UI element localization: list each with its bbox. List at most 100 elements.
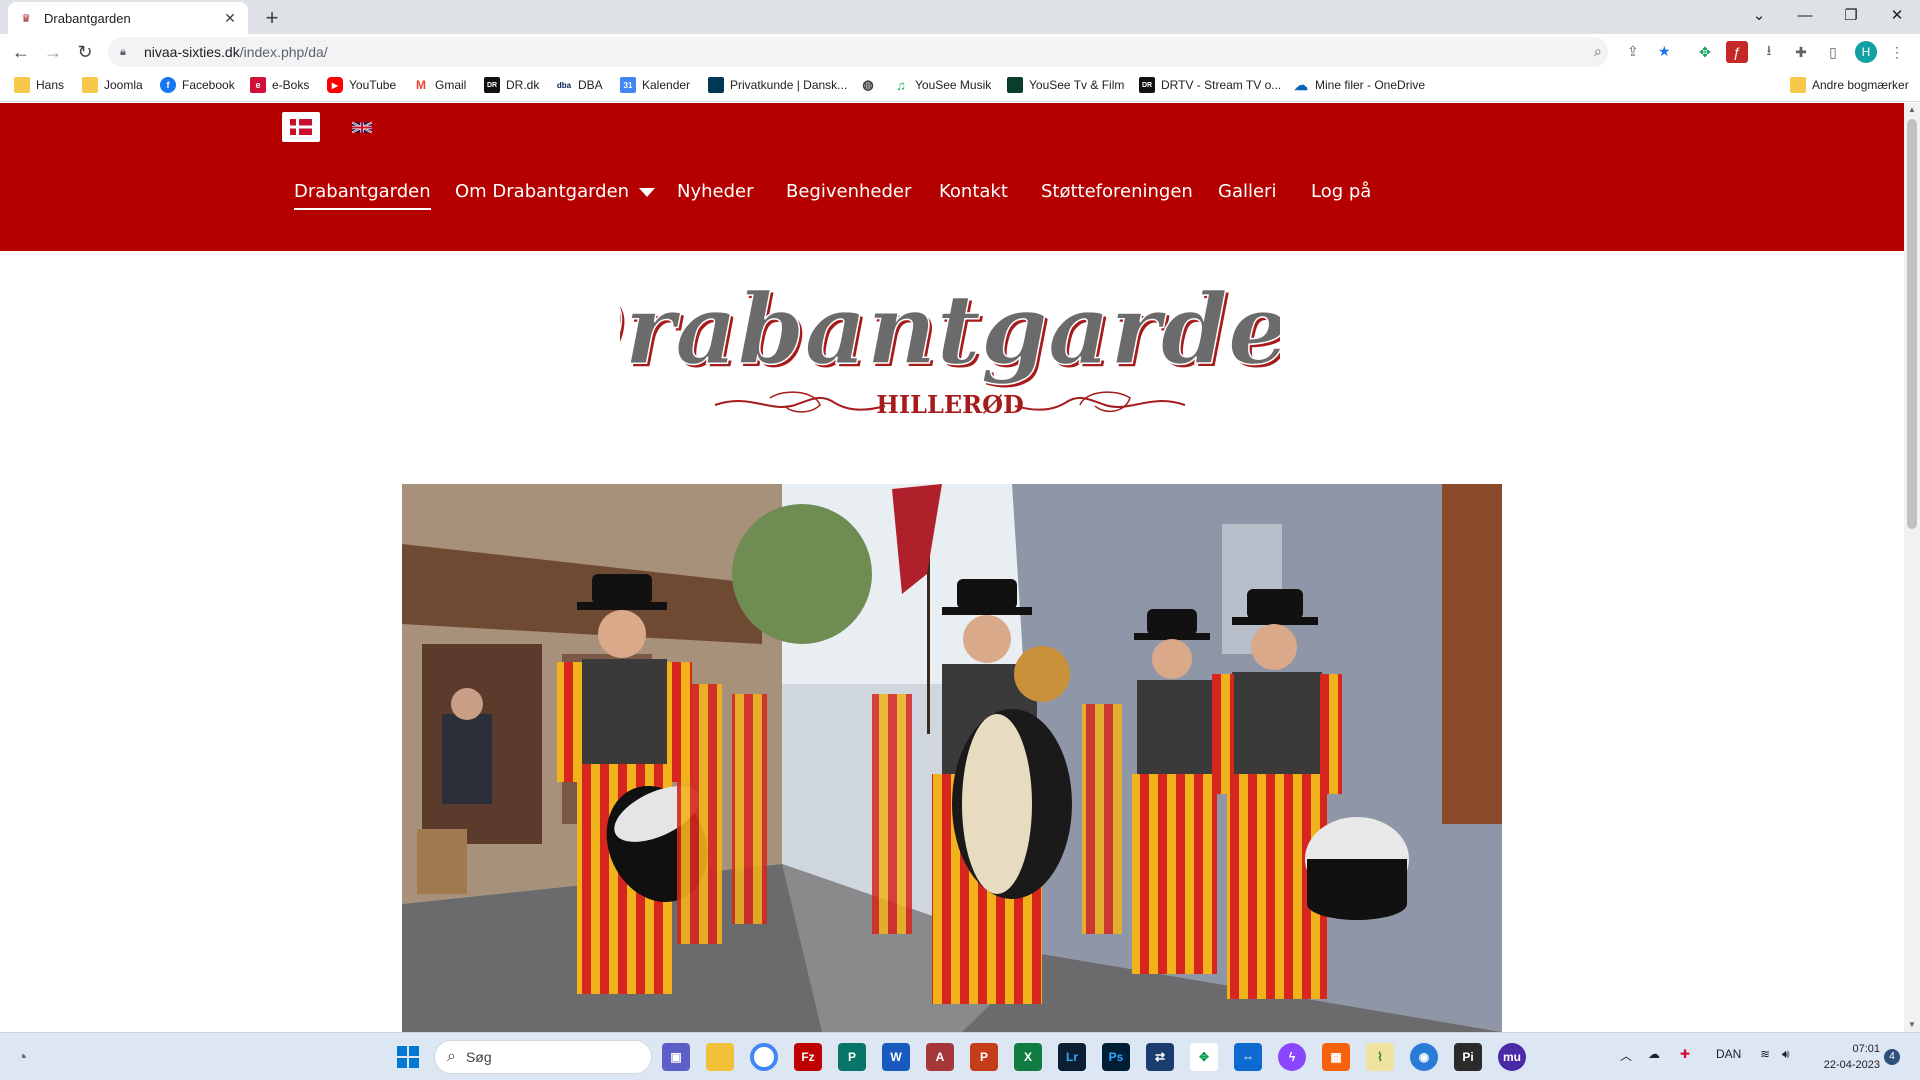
file-explorer-icon[interactable] [706, 1043, 734, 1071]
word-icon[interactable]: W [882, 1043, 910, 1071]
bookmark-drtv[interactable]: DR DRTV - Stream TV o... [1139, 77, 1281, 93]
address-bar[interactable]: 🔒︎ nivaa-sixties.dk /index.php/da/ [108, 37, 1608, 67]
language-indicator[interactable]: DAN [1716, 1047, 1741, 1061]
start-button[interactable] [394, 1043, 422, 1071]
globe-icon: ◍ [860, 77, 876, 93]
scrollbar-thumb[interactable] [1907, 119, 1917, 529]
paint-app-icon[interactable]: Pi [1454, 1043, 1482, 1071]
share-icon[interactable]: ⇪ [1627, 43, 1639, 60]
system-clock[interactable]: 07:01 22-04-2023 [1812, 1041, 1880, 1073]
powerpoint-icon[interactable]: P [970, 1043, 998, 1071]
restore-button[interactable]: ❐ [1828, 0, 1874, 30]
nav-nyheder[interactable]: Nyheder [677, 181, 754, 202]
wifi-icon[interactable]: ≋ [1760, 1047, 1770, 1061]
menu-kebab-icon[interactable]: ⋮ [1886, 41, 1908, 63]
browser-toolbar: ← → ↻ 🔒︎ nivaa-sixties.dk /index.php/da/… [0, 34, 1920, 70]
mu-app-icon[interactable]: mu [1498, 1043, 1526, 1071]
bookmark-onedrive[interactable]: ☁ Mine filer - OneDrive [1293, 77, 1425, 93]
publisher-icon[interactable]: P [838, 1043, 866, 1071]
messenger-icon[interactable]: ϟ [1278, 1043, 1306, 1071]
minimize-button[interactable]: — [1782, 0, 1828, 30]
logo-flourish-right [1014, 396, 1186, 411]
reload-button[interactable]: ↻ [70, 37, 100, 67]
logo-subtitle: HILLERØD [876, 390, 1024, 419]
chrome-icon[interactable] [750, 1043, 778, 1071]
taskbar-search[interactable]: ⌕ Søg [434, 1040, 652, 1074]
excel-icon[interactable]: X [1014, 1043, 1042, 1071]
english-language-button[interactable] [350, 112, 374, 142]
search-placeholder: Søg [465, 1049, 492, 1065]
nav-begivenheder[interactable]: Begivenheder [786, 181, 911, 202]
extensions-icon[interactable]: ✚ [1790, 41, 1812, 63]
bookmark-facebook[interactable]: f Facebook [160, 77, 235, 93]
other-bookmarks[interactable]: Andre bogmærker [1790, 77, 1909, 93]
app-tray-icon[interactable]: ✚ [1680, 1047, 1690, 1061]
onedrive-tray-icon[interactable]: ☁ [1648, 1047, 1660, 1061]
site-favicon-icon: ♛ [21, 12, 31, 25]
bookmark-label: Mine filer - OneDrive [1315, 78, 1426, 92]
close-tab-icon[interactable]: ✕ [222, 10, 238, 27]
lightroom-icon[interactable]: Lr [1058, 1043, 1086, 1071]
office-app-icon[interactable]: ▦ [1322, 1043, 1350, 1071]
folder-icon [1790, 77, 1806, 93]
download-icon[interactable]: ⭳ [1758, 41, 1780, 63]
url-host: nivaa-sixties.dk [144, 44, 240, 60]
extension-puzzle-color-icon[interactable]: ✥ [1694, 41, 1716, 63]
nav-stotteforeningen[interactable]: Støtteforeningen [1041, 181, 1193, 202]
tab-title: Drabantgarden [44, 10, 131, 26]
forward-button[interactable]: → [38, 37, 68, 67]
bookmark-privatkunde[interactable]: Privatkunde | Dansk... [708, 77, 847, 93]
side-panel-icon[interactable]: ▯ [1822, 41, 1844, 63]
danish-language-button[interactable] [282, 112, 320, 142]
site-logo[interactable]: Drabantgarden Drabantgarden HILLERØD [620, 263, 1280, 433]
scroll-down-icon[interactable]: ▼ [1904, 1018, 1920, 1032]
clock-date: 22-04-2023 [1823, 1059, 1880, 1071]
bookmark-kalender[interactable]: 31 Kalender [620, 77, 690, 93]
pdf-extension-icon[interactable]: ƒ [1726, 41, 1748, 63]
teamviewer-icon[interactable]: ⇔ [1234, 1043, 1262, 1071]
bookmark-gmail[interactable]: M Gmail [413, 77, 466, 93]
widgets-icon[interactable]: ◔ [8, 1043, 36, 1071]
nav-galleri[interactable]: Galleri [1218, 181, 1276, 202]
app-sync-icon[interactable]: ⇄ [1146, 1043, 1174, 1071]
new-tab-button[interactable]: + [258, 4, 286, 32]
zoom-icon[interactable]: ⌕ [1594, 43, 1602, 60]
profile-avatar[interactable]: H [1855, 41, 1877, 63]
bookmark-label: Gmail [435, 78, 467, 92]
tab-search-icon[interactable]: ⌄ [1736, 0, 1782, 30]
browser-tab[interactable]: ♛ Drabantgarden ✕ [8, 2, 248, 34]
bookmark-eboks[interactable]: e e-Boks [250, 77, 309, 93]
close-window-button[interactable]: ✕ [1874, 0, 1920, 30]
bookmark-hans[interactable]: Hans [14, 77, 64, 93]
lock-icon: 🔒︎ [120, 45, 126, 58]
chart-app-icon[interactable]: ⌇ [1366, 1043, 1394, 1071]
access-icon[interactable]: A [926, 1043, 954, 1071]
bookmark-globe[interactable]: ◍ [860, 77, 882, 93]
bookmark-joomla[interactable]: Joomla [82, 77, 143, 93]
filezilla-icon[interactable]: Fz [794, 1043, 822, 1071]
photoshop-icon[interactable]: Ps [1102, 1043, 1130, 1071]
app-color-icon[interactable]: ✥ [1190, 1043, 1218, 1071]
browser-app-icon[interactable]: ◉ [1410, 1043, 1438, 1071]
bookmark-star-icon[interactable]: ★ [1658, 43, 1671, 60]
bookmark-label: Hans [36, 78, 65, 92]
scroll-up-icon[interactable]: ▲ [1904, 103, 1920, 117]
bookmark-yousee-tv[interactable]: YouSee Tv & Film [1007, 77, 1124, 93]
tray-chevron-up-icon[interactable]: ︿ [1620, 1047, 1632, 1064]
nav-drabantgarden[interactable]: Drabantgarden [294, 181, 431, 210]
other-bookmarks-label: Andre bogmærker [1812, 78, 1909, 92]
nav-log-pa[interactable]: Log på [1311, 181, 1371, 202]
youtube-icon: ▶ [327, 77, 343, 93]
bookmark-youtube[interactable]: ▶ YouTube [327, 77, 396, 93]
volume-icon[interactable]: 🔊︎ [1782, 1047, 1790, 1062]
back-button[interactable]: ← [6, 37, 36, 67]
notification-badge[interactable]: 4 [1884, 1049, 1900, 1065]
page-scrollbar[interactable]: ▲ ▼ [1904, 103, 1920, 1032]
nav-kontakt[interactable]: Kontakt [939, 181, 1008, 202]
bookmark-yousee-musik[interactable]: ♫ YouSee Musik [893, 77, 991, 93]
teams-chat-icon[interactable]: ▣ [662, 1043, 690, 1071]
taskbar: ◔ ⌕ Søg ▣ Fz P W A P X Lr Ps ⇄ ✥ ⇔ ϟ ▦ ⌇… [0, 1032, 1920, 1080]
bookmark-dr[interactable]: DR DR.dk [484, 77, 539, 93]
nav-om-drabantgarden[interactable]: Om Drabantgarden [455, 181, 656, 202]
bookmark-dba[interactable]: dba DBA [556, 77, 603, 93]
